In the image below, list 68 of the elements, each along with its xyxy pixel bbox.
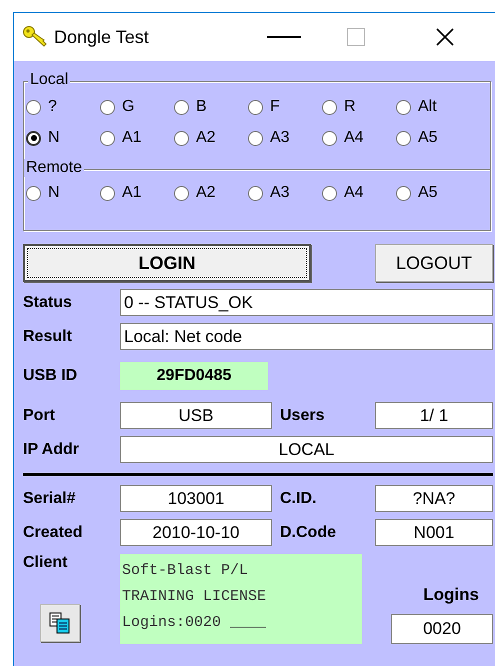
result-field: Local: Net code: [120, 323, 493, 350]
usb-id-value: 29FD0485: [120, 362, 268, 390]
radio-icon[interactable]: [174, 100, 189, 114]
copy-icon: [49, 612, 71, 634]
radio-icon[interactable]: [26, 186, 41, 200]
radio-icon[interactable]: [396, 100, 411, 114]
cid-field: ?NA?: [375, 485, 493, 512]
field-label: C.ID.: [279, 490, 318, 508]
field-label: Port: [23, 406, 56, 424]
radio-option[interactable]: F: [248, 98, 322, 116]
radio-icon[interactable]: [100, 186, 115, 200]
copy-button[interactable]: [40, 604, 80, 642]
field-label: IP Addr: [23, 440, 80, 458]
radio-icon[interactable]: [26, 100, 41, 114]
radio-option[interactable]: A5: [396, 129, 470, 147]
created-field: 2010-10-10: [120, 519, 272, 546]
radio-option[interactable]: A3: [248, 184, 322, 202]
logins-field: 0020: [391, 614, 493, 644]
radio-option[interactable]: A1: [100, 129, 174, 147]
ip-address-field: LOCAL: [120, 436, 493, 463]
radio-option[interactable]: Alt: [396, 98, 470, 116]
status-field: 0 -- STATUS_OK: [120, 289, 493, 316]
window-title: Dongle Test: [54, 26, 150, 48]
radio-icon[interactable]: [248, 186, 263, 200]
radio-icon[interactable]: [322, 100, 337, 114]
login-button[interactable]: LOGIN: [23, 244, 311, 282]
field-label: Serial#: [23, 490, 76, 508]
logout-button[interactable]: LOGOUT: [375, 244, 493, 282]
port-field: USB: [120, 402, 272, 429]
radio-icon[interactable]: [248, 130, 263, 146]
radio-icon[interactable]: [322, 130, 337, 146]
radio-option[interactable]: N: [26, 129, 100, 147]
radio-option[interactable]: A2: [174, 129, 248, 147]
field-label: Result: [23, 328, 73, 346]
radio-icon[interactable]: [26, 130, 41, 146]
radio-icon[interactable]: [396, 130, 411, 146]
users-field: 1/ 1: [375, 402, 493, 429]
close-icon[interactable]: [435, 27, 455, 47]
field-label: Created: [23, 524, 84, 542]
radio-option[interactable]: ?: [26, 98, 100, 116]
radio-option[interactable]: N: [26, 184, 100, 202]
radio-option[interactable]: A3: [248, 129, 322, 147]
radio-icon[interactable]: [248, 100, 263, 114]
dcode-field: N001: [375, 519, 493, 546]
radio-option[interactable]: R: [322, 98, 396, 116]
field-label: D.Code: [279, 524, 337, 542]
radio-option[interactable]: A4: [322, 129, 396, 147]
field-label: Client: [23, 554, 68, 572]
radio-icon[interactable]: [100, 130, 115, 146]
radio-icon[interactable]: [322, 186, 337, 200]
key-icon: [22, 25, 48, 49]
client-text: Soft-Blast P/L TRAINING LICENSE Logins:0020 ____: [120, 554, 362, 644]
field-label: Users: [279, 406, 326, 424]
field-label: Status: [23, 294, 73, 312]
radio-icon[interactable]: [174, 130, 189, 146]
radio-option[interactable]: B: [174, 98, 248, 116]
radio-option[interactable]: A5: [396, 184, 470, 202]
radio-icon[interactable]: [396, 186, 411, 200]
radio-option[interactable]: G: [100, 98, 174, 116]
radio-icon[interactable]: [174, 186, 189, 200]
serial-field: 103001: [120, 485, 272, 512]
radio-option[interactable]: A2: [174, 184, 248, 202]
group-title: Remote: [24, 159, 84, 177]
field-label: Logins: [423, 585, 479, 605]
radio-option[interactable]: A4: [322, 184, 396, 202]
field-label: USB ID: [23, 367, 78, 385]
radio-option[interactable]: A1: [100, 184, 174, 202]
radio-icon[interactable]: [100, 100, 115, 114]
